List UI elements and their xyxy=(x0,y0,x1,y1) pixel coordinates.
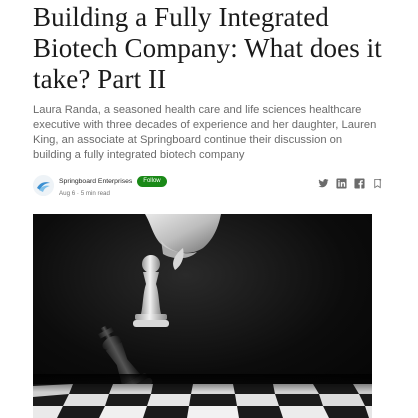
article-subtitle: Laura Randa, a seasoned health care and … xyxy=(33,104,377,161)
springboard-logo-icon xyxy=(33,175,54,196)
avatar[interactable] xyxy=(33,175,54,196)
chess-board xyxy=(33,374,372,418)
publish-date: Aug 6 xyxy=(59,190,76,197)
publish-meta: Aug 6 · 5 min read xyxy=(59,190,167,197)
chess-photo xyxy=(33,214,372,418)
share-icons xyxy=(318,178,383,189)
meta-separator: · xyxy=(76,190,79,197)
article-title: Building a Fully Integrated Biotech Comp… xyxy=(33,2,382,94)
bookmark-icon[interactable] xyxy=(372,178,383,189)
read-time: 5 min read xyxy=(80,190,110,197)
follow-button[interactable]: Follow xyxy=(137,175,167,187)
twitter-icon[interactable] xyxy=(318,178,329,189)
author-name[interactable]: Springboard Enterprises xyxy=(59,178,132,185)
hero-image xyxy=(33,214,372,418)
author-block: Springboard Enterprises Follow Aug 6 · 5… xyxy=(59,174,167,197)
article: Building a Fully Integrated Biotech Comp… xyxy=(33,0,383,204)
author-meta-row: Springboard Enterprises Follow Aug 6 · 5… xyxy=(33,174,383,204)
facebook-icon[interactable] xyxy=(354,178,365,189)
linkedin-icon[interactable] xyxy=(336,178,347,189)
